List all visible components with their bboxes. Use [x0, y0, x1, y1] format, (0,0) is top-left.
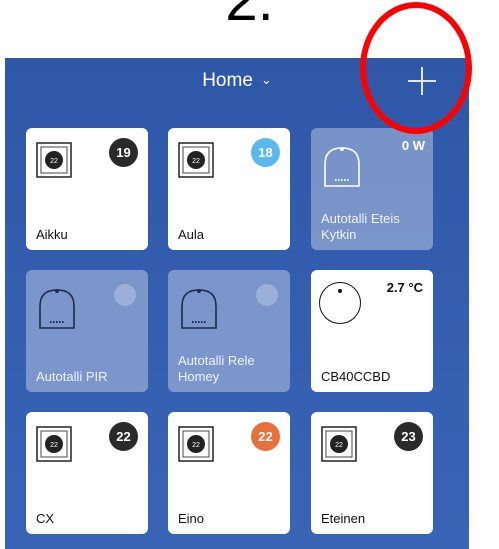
- temperature-badge: 18: [251, 138, 280, 167]
- device-label: Autotalli PIR: [36, 369, 108, 384]
- thermostat-icon: 22: [321, 426, 357, 462]
- thermostat-icon: 22: [36, 426, 72, 462]
- svg-text:22: 22: [335, 442, 343, 449]
- device-tile[interactable]: 22 23 Eteinen: [311, 412, 433, 534]
- device-label: Autotalli Eteis Kytkin: [321, 211, 400, 242]
- thermostat-icon: 22: [178, 426, 214, 462]
- svg-text:22: 22: [192, 442, 200, 449]
- thermostat-icon: 22: [36, 142, 72, 178]
- svg-text:22: 22: [50, 442, 58, 449]
- temperature-badge: 23: [394, 422, 423, 451]
- sensor-icon: [39, 289, 75, 329]
- svg-text:22: 22: [50, 158, 58, 165]
- device-tile[interactable]: 2.7 °C CB40CCBD: [311, 270, 433, 392]
- power-value: 0 W: [401, 138, 425, 153]
- device-label: CB40CCBD: [321, 369, 391, 384]
- device-tile[interactable]: Autotalli Rele Homey: [168, 270, 290, 392]
- temperature-badge: 19: [109, 138, 138, 167]
- dial-icon: [319, 282, 361, 324]
- temperature-value: 2.7 °C: [386, 280, 423, 295]
- device-tile[interactable]: 22 19 Aikku: [26, 128, 148, 250]
- thermostat-icon: 22: [178, 142, 214, 178]
- device-label: Autotalli Rele Homey: [178, 353, 255, 384]
- chevron-down-icon: ⌄: [260, 72, 272, 87]
- temperature-badge: 22: [251, 422, 280, 451]
- device-tile[interactable]: 22 18 Aula: [168, 128, 290, 250]
- relay-icon: [181, 289, 217, 329]
- device-label: CX: [36, 511, 55, 526]
- svg-text:22: 22: [192, 158, 200, 165]
- app-screen: Home ⌄ 22 19 Aikku 22 18 Aula 0 W Autotal…: [5, 58, 469, 549]
- device-tile[interactable]: 22 22 CX: [26, 412, 148, 534]
- status-dot: [256, 284, 278, 306]
- device-label: Aikku: [36, 227, 68, 242]
- device-tile[interactable]: Autotalli PIR: [26, 270, 148, 392]
- device-tile[interactable]: 0 W Autotalli Eteis Kytkin: [311, 128, 433, 250]
- device-label: Aula: [178, 227, 205, 242]
- home-title: Home: [202, 70, 253, 91]
- device-tile[interactable]: 22 22 Eino: [168, 412, 290, 534]
- device-label: Eteinen: [321, 511, 366, 526]
- device-label: Eino: [178, 511, 205, 526]
- temperature-badge: 22: [109, 422, 138, 451]
- annotation-circle: [360, 2, 472, 134]
- wall-switch-icon: [324, 147, 360, 187]
- status-dot: [114, 284, 136, 306]
